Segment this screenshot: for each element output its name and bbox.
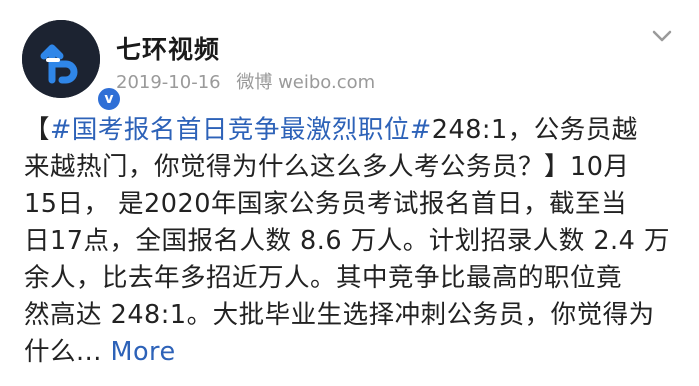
post-date: 2019-10-16: [116, 72, 221, 93]
user-name[interactable]: 七环视频: [116, 30, 220, 66]
logo-avatar-icon: [22, 20, 100, 98]
post-line: 【#国考报名首日竞争最激烈职位#248:1，公务员越: [24, 112, 684, 149]
post-line: 日17点，全国报名人数 8.6 万人。计划招录人数 2.4 万: [24, 226, 670, 256]
more-link[interactable]: More: [110, 337, 175, 367]
post-meta: 2019-10-16 微博 weibo.com: [116, 68, 385, 94]
post-line: 然高达 248:1。大批毕业生选择冲刺公务员，你觉得为: [24, 300, 655, 330]
chevron-down-icon[interactable]: [650, 26, 674, 46]
post-line-text: 什么...: [24, 337, 111, 367]
post-source: 微博 weibo.com: [236, 72, 376, 93]
bracket-open: 【: [24, 115, 51, 145]
avatar[interactable]: v: [22, 20, 122, 112]
post-line: 余人，比去年多招近万人。其中竞争比最高的职位竟: [24, 263, 623, 293]
post-body: 【#国考报名首日竞争最激烈职位#248:1，公务员越 来越热门，你觉得为什么这么…: [24, 112, 684, 371]
post-line: 来越热门，你觉得为什么这么多人考公务员？】10月: [24, 152, 630, 182]
post-line-text: 248:1，公务员越: [431, 115, 638, 145]
post-line: 什么... More: [24, 334, 684, 371]
weibo-post-card: v 七环视频 2019-10-16 微博 weibo.com 【#国考报名首日竞…: [0, 0, 699, 386]
post-line: 15日， 是2020年国家公务员考试报名首日，截至当: [24, 189, 627, 219]
topic-link[interactable]: #国考报名首日竞争最激烈职位#: [50, 115, 432, 145]
